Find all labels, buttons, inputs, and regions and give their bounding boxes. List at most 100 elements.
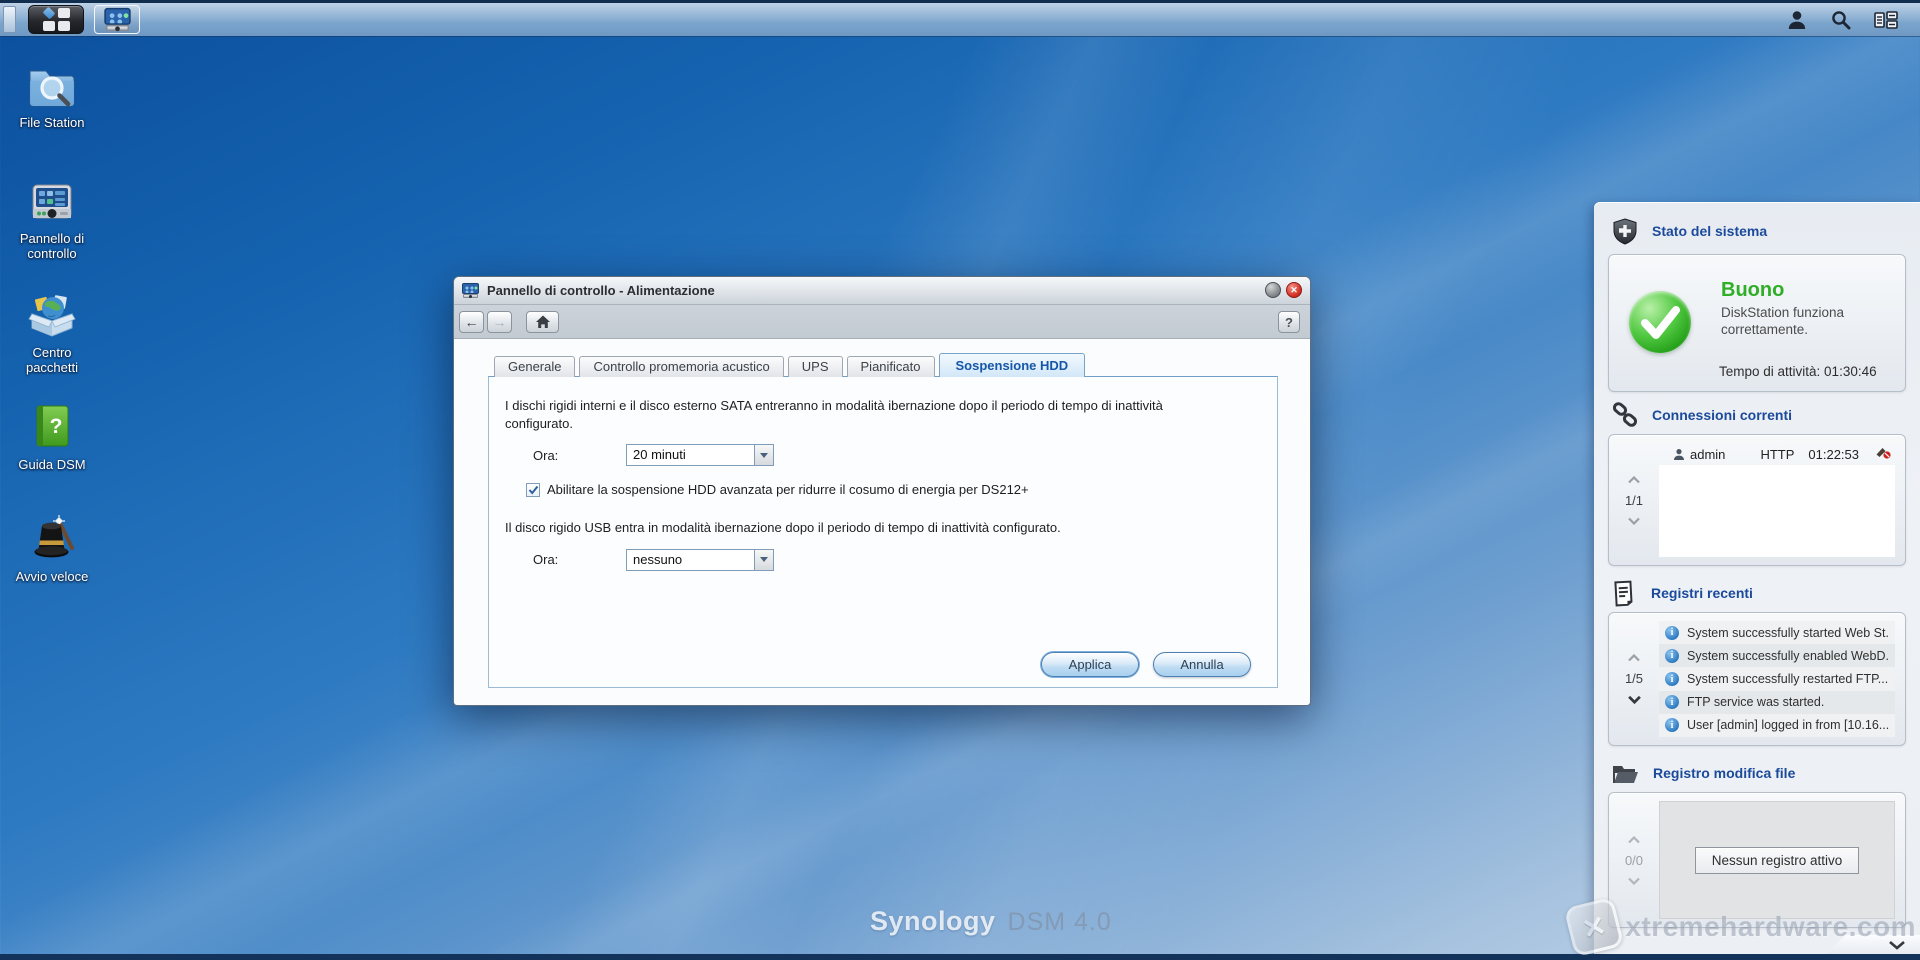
chevron-down-icon [754, 445, 773, 466]
connection-user: admin [1690, 446, 1726, 462]
control-panel-icon [32, 184, 72, 219]
home-button[interactable] [526, 310, 559, 333]
select-value: nessuno [633, 551, 683, 567]
log-row: i User [admin] logged in from [10.16... [1659, 713, 1895, 738]
synology-brand-text: Synology [870, 906, 996, 936]
file-change-log-title: Registro modifica file [1653, 765, 1796, 781]
no-active-log-message: Nessun registro attivo [1694, 846, 1860, 874]
log-row: i System successfully started Web St... [1659, 621, 1895, 645]
menu-tile-icon [57, 8, 70, 18]
log-text: System successfully enabled WebD... [1687, 648, 1889, 663]
log-text: FTP service was started. [1687, 695, 1825, 710]
desktop-icon-label: Avvio veloce [15, 569, 89, 584]
pager-down-icon[interactable] [1627, 695, 1642, 704]
home-icon [535, 315, 550, 328]
sidebar-collapse-tab[interactable] [1824, 935, 1920, 955]
svg-text:?: ? [50, 415, 63, 438]
desktop-icon-label: Pannello di controllo [19, 231, 85, 262]
pager-up-icon[interactable] [1627, 835, 1641, 844]
pilot-view-icon[interactable] [1874, 10, 1898, 30]
bottom-edge-strip [0, 954, 1920, 960]
tab-pianificato[interactable]: Pianificato [846, 356, 935, 377]
connection-time: 01:22:53 [1808, 446, 1859, 462]
control-panel-icon [462, 283, 479, 298]
back-button[interactable]: ← [459, 310, 484, 333]
taskbar-item-control-panel[interactable] [94, 5, 140, 34]
connection-protocol: HTTP [1760, 446, 1795, 462]
tab-controllo-promemoria-acustico[interactable]: Controllo promemoria acustico [579, 356, 784, 377]
uptime-text: Tempo di attività: 01:30:46 [1719, 364, 1877, 379]
pager-down-icon[interactable] [1627, 877, 1641, 885]
checkbox-label: Abilitare la sospensione HDD avanzata pe… [547, 482, 1029, 498]
window-titlebar[interactable]: Pannello di controllo - Alimentazione ✕ [454, 277, 1310, 305]
forward-button[interactable]: → [487, 310, 512, 333]
pager-text: 0/0 [1624, 852, 1644, 868]
advanced-hibernation-checkbox[interactable] [526, 482, 540, 497]
pager-up-icon[interactable] [1627, 654, 1641, 662]
connections-pager: 1/1 [1609, 435, 1659, 565]
close-button[interactable]: ✕ [1286, 282, 1302, 298]
system-status-box: Buono DiskStation funziona correttamente… [1608, 254, 1906, 392]
file-log-empty-area: Nessun registro attivo [1659, 801, 1895, 919]
chevron-down-icon [754, 549, 773, 570]
user-icon[interactable] [1786, 9, 1808, 31]
usb-hdd-time-select[interactable]: nessuno [626, 548, 774, 571]
logs-pager: 1/5 [1609, 613, 1659, 745]
tab-ups[interactable]: UPS [787, 356, 843, 377]
tab-sospensione-hdd[interactable]: Sospensione HDD [938, 353, 1086, 377]
link-icon [1612, 402, 1638, 427]
menu-tile-icon [42, 21, 55, 31]
info-icon: i [1665, 672, 1679, 686]
connections-empty-area [1659, 465, 1895, 557]
log-document-icon [1614, 580, 1633, 606]
search-icon[interactable] [1830, 9, 1852, 31]
info-icon: i [1665, 718, 1679, 733]
taskbar-tray [1786, 9, 1920, 31]
chevron-down-icon [1889, 941, 1905, 950]
log-text: System successfully started Web St... [1687, 625, 1889, 640]
show-desktop-button[interactable] [3, 6, 16, 33]
log-row: i FTP service was started. [1659, 690, 1895, 714]
desktop-icon-control-panel[interactable]: Pannello di controllo [4, 180, 100, 262]
disconnect-icon[interactable] [1875, 446, 1891, 462]
file-change-log-box: 0/0 Nessun registro attivo [1608, 792, 1906, 928]
pager-up-icon[interactable] [1627, 475, 1641, 484]
desktop-icon-label: Guida DSM [18, 457, 86, 472]
shield-icon [1613, 217, 1637, 245]
control-panel-icon [103, 7, 131, 32]
system-status-title: Stato del sistema [1652, 223, 1768, 239]
log-text: User [admin] logged in from [10.16... [1687, 718, 1889, 733]
recent-logs-box: 1/5 i System successfully started Web St.… [1608, 612, 1906, 746]
widget-sidebar: Stato del sistema Buono DiskStation funz… [1594, 202, 1920, 955]
cancel-button[interactable]: Annulla [1153, 652, 1251, 677]
pager-text: 1/1 [1624, 492, 1644, 508]
apply-button[interactable]: Applica [1041, 652, 1139, 677]
info-icon: i [1665, 695, 1679, 710]
file-station-icon [29, 70, 75, 107]
log-text: System successfully restarted FTP... [1687, 672, 1889, 686]
dialog-body: Generale Controllo promemoria acustico U… [454, 339, 1310, 705]
check-icon [528, 485, 538, 495]
taskbar [0, 0, 1920, 36]
desktop-icon-package-center[interactable]: Centro pacchetti [4, 290, 100, 376]
desktop-icon-file-station[interactable]: File Station [4, 62, 100, 130]
info-icon: i [1665, 648, 1679, 663]
menu-tile-icon [57, 21, 70, 31]
desktop-icon-dsm-help[interactable]: ? Guida DSM [4, 402, 100, 472]
minimize-button[interactable] [1265, 282, 1281, 298]
desktop-icon-label: Centro pacchetti [25, 345, 79, 376]
menu-diamond-icon [42, 6, 55, 20]
control-panel-power-window: Pannello di controllo - Alimentazione ✕ … [453, 276, 1311, 706]
tab-generale[interactable]: Generale [494, 356, 576, 377]
pager-down-icon[interactable] [1627, 517, 1641, 525]
window-toolbar: ← → ? [454, 305, 1310, 339]
time-label: Ora: [533, 552, 559, 568]
main-menu-button[interactable] [28, 5, 84, 34]
current-connections-title: Connessioni correnti [1652, 407, 1793, 423]
internal-hdd-time-select[interactable]: 20 minuti [626, 444, 774, 467]
help-button[interactable]: ? [1278, 311, 1300, 333]
status-description: DiskStation funziona correttamente. [1721, 305, 1845, 337]
connections-box: 1/1 admin HTTP 01:22:53 [1608, 434, 1906, 566]
log-row: i System successfully restarted FTP... [1659, 667, 1895, 691]
desktop-icon-quick-start[interactable]: Avvio veloce [4, 512, 100, 584]
